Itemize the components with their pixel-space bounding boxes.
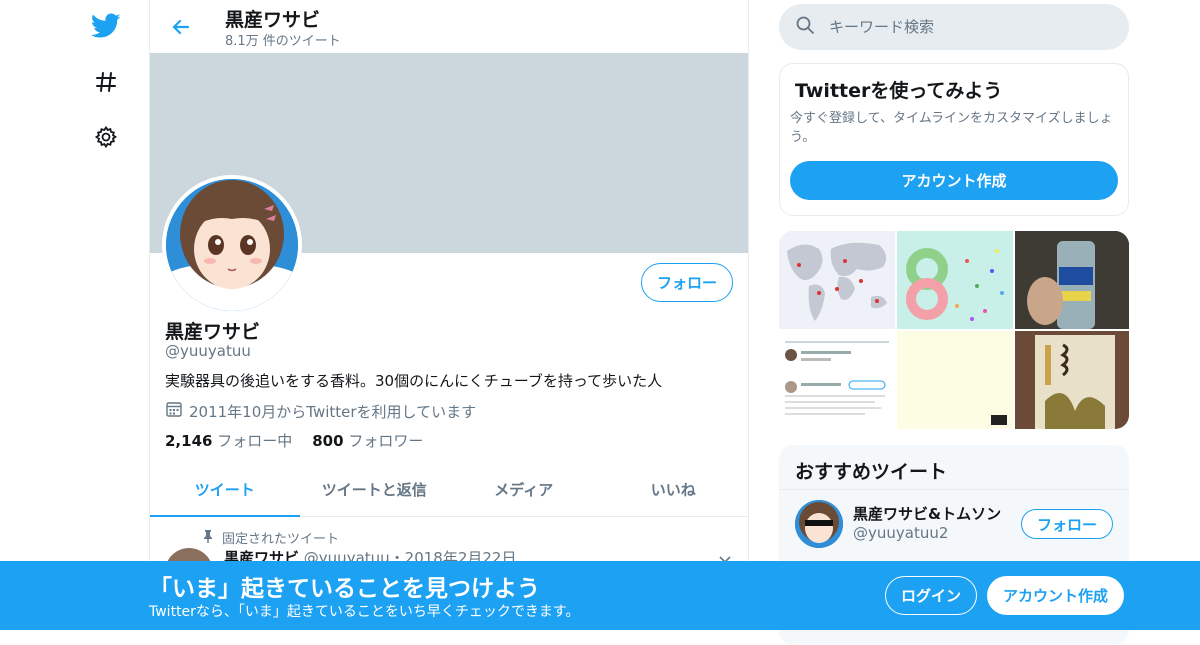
media-thumbnail[interactable] xyxy=(1015,331,1129,429)
tab-likes[interactable]: いいね xyxy=(599,463,749,516)
login-button[interactable]: ログイン xyxy=(885,576,977,615)
followers-label: フォロワー xyxy=(348,432,424,450)
tab-tweets[interactable]: ツイート xyxy=(150,463,300,517)
media-thumbnail[interactable] xyxy=(779,231,895,329)
header-tweet-count: 8.1万 件のツイート xyxy=(225,34,341,49)
pinned-indicator: 固定されたツイート xyxy=(202,528,339,547)
followers-link[interactable]: 800 フォロワー xyxy=(312,430,423,451)
media-thumbnail[interactable] xyxy=(779,331,895,429)
profile-handle: @yuuyatuu xyxy=(165,342,251,360)
back-arrow-icon[interactable] xyxy=(166,12,196,42)
bottom-bar-subtitle: Twitterなら、「いま」起きていることをいち早くチェックできます。 xyxy=(149,604,580,620)
main-column: 黒産ワサビ 8.1万 件のツイート フォロー 黒産ワサビ @yuuyatuu 実… xyxy=(149,0,749,630)
profile-avatar[interactable] xyxy=(162,175,302,315)
recommended-name[interactable]: 黒産ワサビ&トムソン xyxy=(853,503,1001,524)
following-count: 2,146 xyxy=(165,432,213,450)
recommended-handle: @yuuyatuu2 xyxy=(853,524,949,542)
bottom-signup-bar: 「いま」起きていることを見つけよう Twitterなら、「いま」起きていることを… xyxy=(0,561,1200,630)
profile-tabs: ツイート ツイートと返信 メディア いいね xyxy=(150,463,748,517)
twitter-logo-icon[interactable] xyxy=(88,8,124,44)
create-account-button[interactable]: アカウント作成 xyxy=(987,576,1124,615)
recommended-avatar[interactable] xyxy=(795,500,843,548)
profile-name: 黒産ワサビ xyxy=(165,321,261,343)
profile-header-bar: 黒産ワサビ 8.1万 件のツイート xyxy=(150,0,748,53)
profile-joined: 2011年10月からTwitterを利用しています xyxy=(165,400,476,422)
signup-title: Twitterを使ってみよう xyxy=(795,80,1003,102)
followers-count: 800 xyxy=(312,432,344,450)
recommended-title: おすすめツイート xyxy=(795,461,948,483)
joined-text: 2011年10月からTwitterを利用しています xyxy=(189,402,477,421)
signup-card-create-account-button[interactable]: アカウント作成 xyxy=(790,161,1118,200)
calendar-icon xyxy=(165,400,183,422)
hashtag-icon[interactable] xyxy=(88,64,124,100)
follow-button[interactable]: フォロー xyxy=(641,263,733,302)
pinned-label: 固定されたツイート xyxy=(222,532,340,547)
media-thumbnail[interactable] xyxy=(897,331,1013,429)
tab-tweets-and-replies[interactable]: ツイートと返信 xyxy=(300,463,450,516)
profile-bio: 実験器具の後追いをする香料。30個のにんにくチューブを持って歩いた人 xyxy=(165,372,663,390)
header-title: 黒産ワサビ xyxy=(225,9,321,31)
following-link[interactable]: 2,146 フォロー中 xyxy=(165,430,292,451)
following-label: フォロー中 xyxy=(217,432,293,450)
pin-icon xyxy=(202,529,214,547)
divider xyxy=(779,489,1129,490)
profile-stats: 2,146 フォロー中 800 フォロワー xyxy=(165,430,423,451)
bottom-bar-title: 「いま」起きていることを見つけよう xyxy=(149,576,540,602)
media-thumbnail[interactable] xyxy=(897,231,1013,329)
signup-card: Twitterを使ってみよう 今すぐ登録して、タイムラインをカスタマイズしましょ… xyxy=(779,63,1129,216)
settings-gear-icon[interactable] xyxy=(88,119,124,155)
recommended-follow-button[interactable]: フォロー xyxy=(1021,509,1113,539)
search-input[interactable] xyxy=(829,18,1109,36)
media-thumbnail[interactable] xyxy=(1015,231,1129,329)
left-nav xyxy=(80,0,130,630)
tab-media[interactable]: メディア xyxy=(449,463,599,516)
media-grid xyxy=(779,231,1129,429)
search-icon xyxy=(795,15,815,39)
signup-description: 今すぐ登録して、タイムラインをカスタマイズしましょう。 xyxy=(790,111,1113,145)
search-box[interactable] xyxy=(779,4,1129,50)
